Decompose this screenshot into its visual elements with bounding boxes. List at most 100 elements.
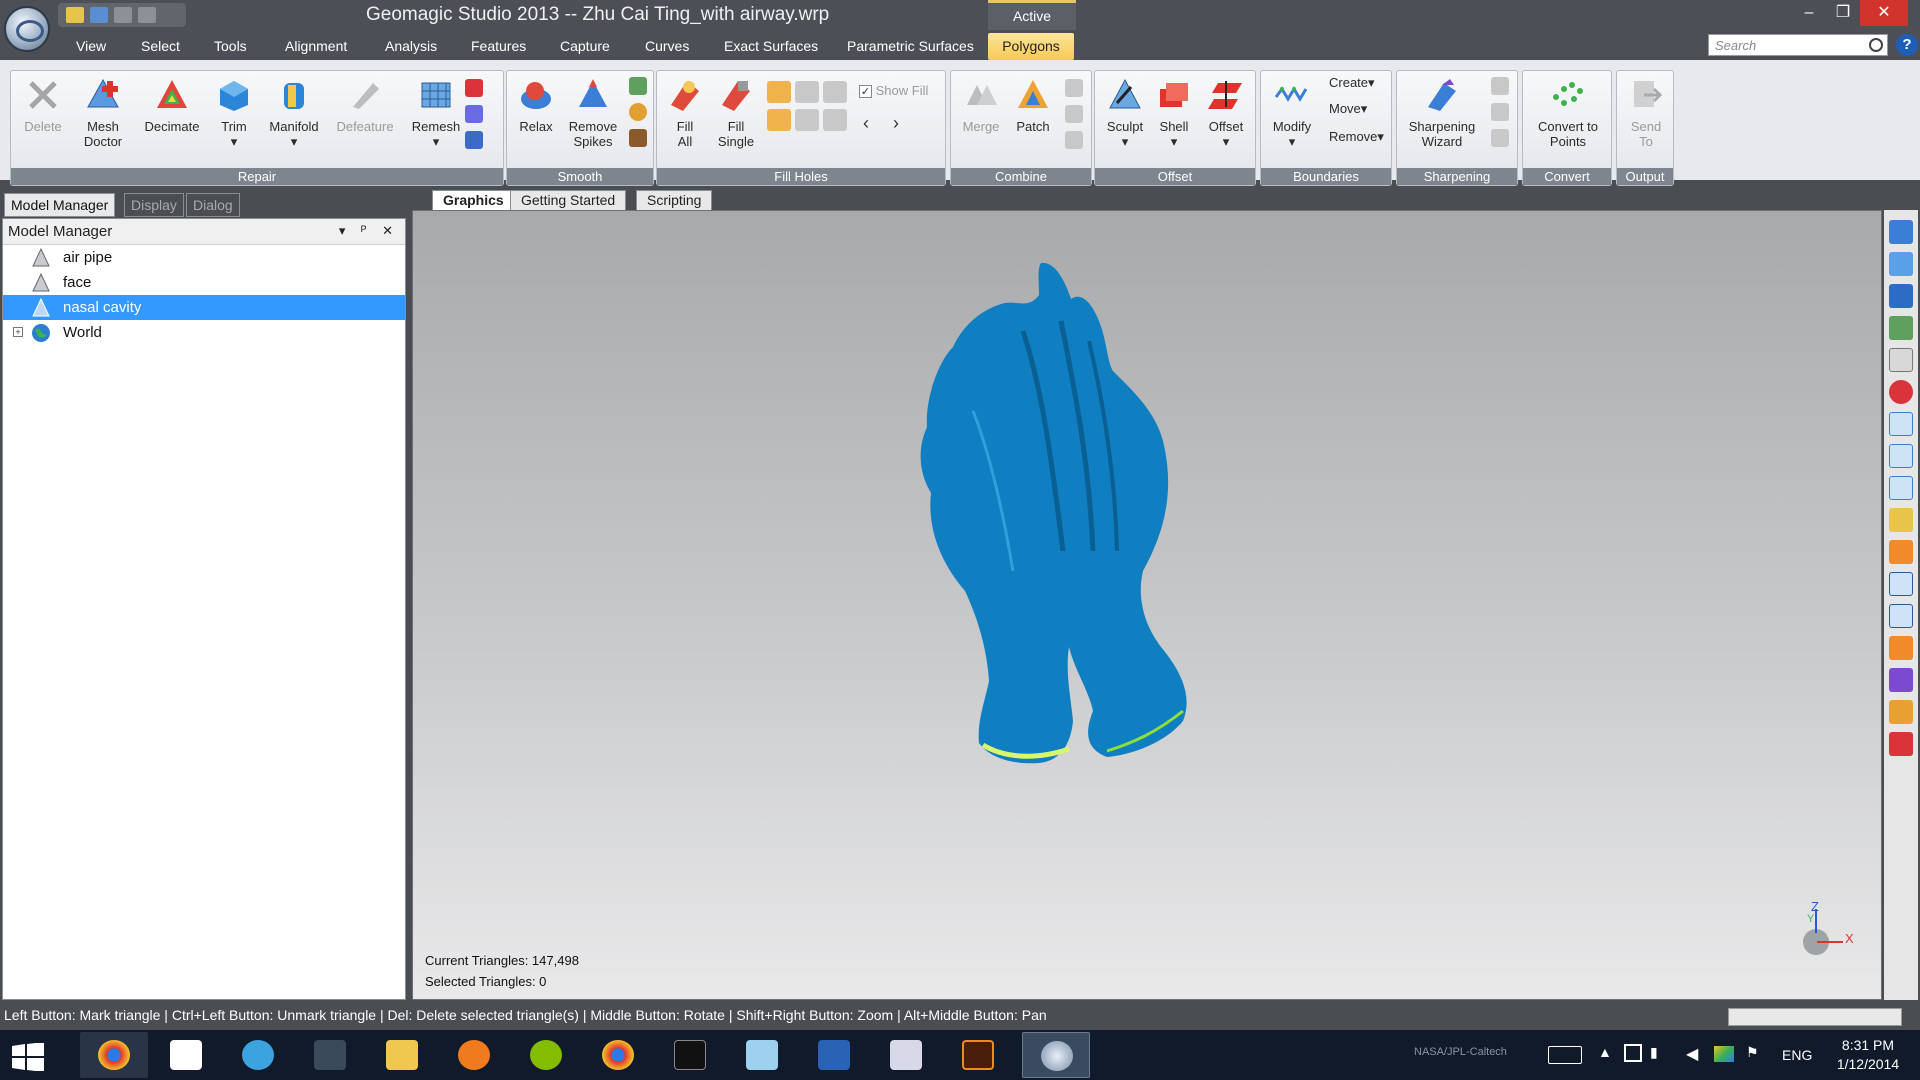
fill-all-button[interactable]: Fill All <box>663 77 707 149</box>
taskbar-r-app[interactable] <box>800 1032 868 1078</box>
tab-dialog[interactable]: Dialog <box>186 193 240 217</box>
undo-icon[interactable] <box>114 7 132 23</box>
tab-model-manager[interactable]: Model Manager <box>4 193 116 217</box>
fill-bridge-icon[interactable] <box>823 81 847 103</box>
trim-button[interactable]: Trim ▾ <box>211 77 257 149</box>
fill-partial-icon[interactable] <box>795 81 819 103</box>
merge-button[interactable]: Merge <box>957 77 1005 134</box>
move-boundary-button[interactable]: Move▾ <box>1329 101 1367 117</box>
drive-icon[interactable] <box>1714 1046 1734 1062</box>
help-icon[interactable]: ? <box>1896 34 1918 56</box>
smooth-extra-2-icon[interactable] <box>629 103 647 121</box>
taskbar-3d-app[interactable] <box>296 1032 364 1078</box>
taskbar-file-explorer[interactable] <box>368 1032 436 1078</box>
send-to-button[interactable]: Send To <box>1621 77 1671 149</box>
fill-curvature-icon[interactable] <box>795 109 819 131</box>
search-icon[interactable] <box>1869 38 1883 52</box>
restore-button[interactable]: ❐ <box>1826 0 1860 26</box>
offset-button[interactable]: Offset ▾ <box>1199 77 1253 149</box>
select-all-icon[interactable] <box>1889 636 1913 660</box>
manifold-button[interactable]: Manifold ▾ <box>263 77 325 149</box>
search-input[interactable]: Search <box>1708 34 1888 56</box>
sharpening-extra-3-icon[interactable] <box>1491 129 1509 147</box>
panel-options-icon[interactable]: ▾ ᴾ ✕ <box>339 223 399 239</box>
sharpening-extra-1-icon[interactable] <box>1491 77 1509 95</box>
paintbrush-select-icon[interactable] <box>1889 508 1913 532</box>
taskbar-start-screen[interactable] <box>152 1032 220 1078</box>
volume-icon[interactable]: ◀ <box>1686 1044 1698 1064</box>
view-direction-icon[interactable] <box>1889 284 1913 308</box>
lasso-select-icon[interactable] <box>1889 444 1913 468</box>
remesh-button[interactable]: Remesh ▾ <box>405 77 467 149</box>
taskbar-pdf[interactable] <box>872 1032 940 1078</box>
tab-parametric-surfaces[interactable]: Parametric Surfaces <box>847 38 974 54</box>
fill-flat-icon[interactable] <box>767 109 791 131</box>
system-clock[interactable]: 8:31 PM 1/12/2014 <box>1820 1036 1916 1074</box>
remove-spikes-button[interactable]: Remove Spikes <box>563 77 623 149</box>
taskbar-photo-app[interactable] <box>440 1032 508 1078</box>
smooth-extra-3-icon[interactable] <box>629 129 647 147</box>
modify-button[interactable]: Modify ▾ <box>1267 77 1317 149</box>
taskbar-chrome-1[interactable] <box>80 1032 148 1078</box>
view-copy-icon[interactable] <box>1889 220 1913 244</box>
tab-display[interactable]: Display <box>124 193 184 217</box>
tree-item-world[interactable]: + World <box>3 320 405 345</box>
repair-extra-1-icon[interactable] <box>465 79 483 97</box>
tree-item-air-pipe[interactable]: air pipe <box>3 245 405 270</box>
tab-capture[interactable]: Capture <box>560 38 610 54</box>
custom-region-icon[interactable] <box>1889 540 1913 564</box>
tab-exact-surfaces[interactable]: Exact Surfaces <box>724 38 818 54</box>
tab-getting-started[interactable]: Getting Started <box>510 190 627 210</box>
axis-triad[interactable]: Z Y X <box>1787 899 1857 971</box>
next-hole-icon[interactable]: › <box>893 113 899 134</box>
combine-extra-1-icon[interactable] <box>1065 79 1083 97</box>
select-none-icon[interactable] <box>1889 668 1913 692</box>
taskbar-chrome-2[interactable] <box>584 1032 652 1078</box>
tab-analysis[interactable]: Analysis <box>385 38 437 54</box>
tab-features[interactable]: Features <box>471 38 526 54</box>
rectangle-select-icon[interactable] <box>1889 412 1913 436</box>
expand-icon[interactable]: + <box>13 327 23 337</box>
remove-boundary-button[interactable]: Remove▾ <box>1329 129 1384 145</box>
mesh-doctor-button[interactable]: Mesh Doctor <box>73 77 133 149</box>
tab-graphics[interactable]: Graphics <box>432 190 515 210</box>
select-through-icon[interactable] <box>1889 572 1913 596</box>
previous-hole-icon[interactable]: ‹ <box>863 113 869 134</box>
start-button[interactable] <box>0 1032 56 1078</box>
sharpening-extra-2-icon[interactable] <box>1491 103 1509 121</box>
battery-icon[interactable] <box>1624 1044 1642 1062</box>
taskbar-command-prompt[interactable] <box>656 1032 724 1078</box>
taskbar-illustrator[interactable] <box>944 1032 1012 1078</box>
redo-icon[interactable] <box>138 7 156 23</box>
fill-complete-icon[interactable] <box>767 81 791 103</box>
show-hidden-icons-icon[interactable]: ▲ <box>1598 1044 1612 1060</box>
tab-select[interactable]: Select <box>141 38 180 54</box>
smooth-extra-1-icon[interactable] <box>629 77 647 95</box>
taskbar-geomagic[interactable] <box>1022 1032 1090 1078</box>
tab-polygons[interactable]: Polygons <box>988 33 1074 60</box>
show-fill-checkbox[interactable]: ✓ Show Fill <box>859 83 928 98</box>
repair-extra-3-icon[interactable] <box>465 131 483 149</box>
zoom-icon[interactable] <box>1889 348 1913 372</box>
network-icon[interactable]: ▮ <box>1650 1044 1658 1061</box>
repair-extra-2-icon[interactable] <box>465 105 483 123</box>
convert-to-points-button[interactable]: Convert to Points <box>1527 77 1609 149</box>
rotation-center-icon[interactable] <box>1889 380 1913 404</box>
create-boundary-button[interactable]: Create▾ <box>1329 75 1375 91</box>
select-visible-icon[interactable] <box>1889 604 1913 628</box>
graphics-viewport[interactable]: Current Triangles: 147,498 Selected Tria… <box>412 210 1882 1000</box>
tab-tools[interactable]: Tools <box>214 38 247 54</box>
relax-button[interactable]: Relax <box>511 77 561 134</box>
tree-item-nasal-cavity[interactable]: nasal cavity <box>3 295 405 320</box>
taskbar-cloud-app[interactable] <box>224 1032 292 1078</box>
tab-alignment[interactable]: Alignment <box>285 38 347 54</box>
save-icon[interactable] <box>90 7 108 23</box>
sculpt-button[interactable]: Sculpt ▾ <box>1101 77 1149 149</box>
reset-view-icon[interactable] <box>1889 252 1913 276</box>
context-tab-active[interactable]: Active <box>988 0 1076 30</box>
fill-single-button[interactable]: Fill Single <box>711 77 761 149</box>
language-indicator[interactable]: ENG <box>1782 1047 1812 1063</box>
decimate-button[interactable]: Decimate <box>139 77 205 134</box>
minimize-button[interactable]: – <box>1792 0 1826 26</box>
application-menu-button[interactable] <box>4 6 50 52</box>
